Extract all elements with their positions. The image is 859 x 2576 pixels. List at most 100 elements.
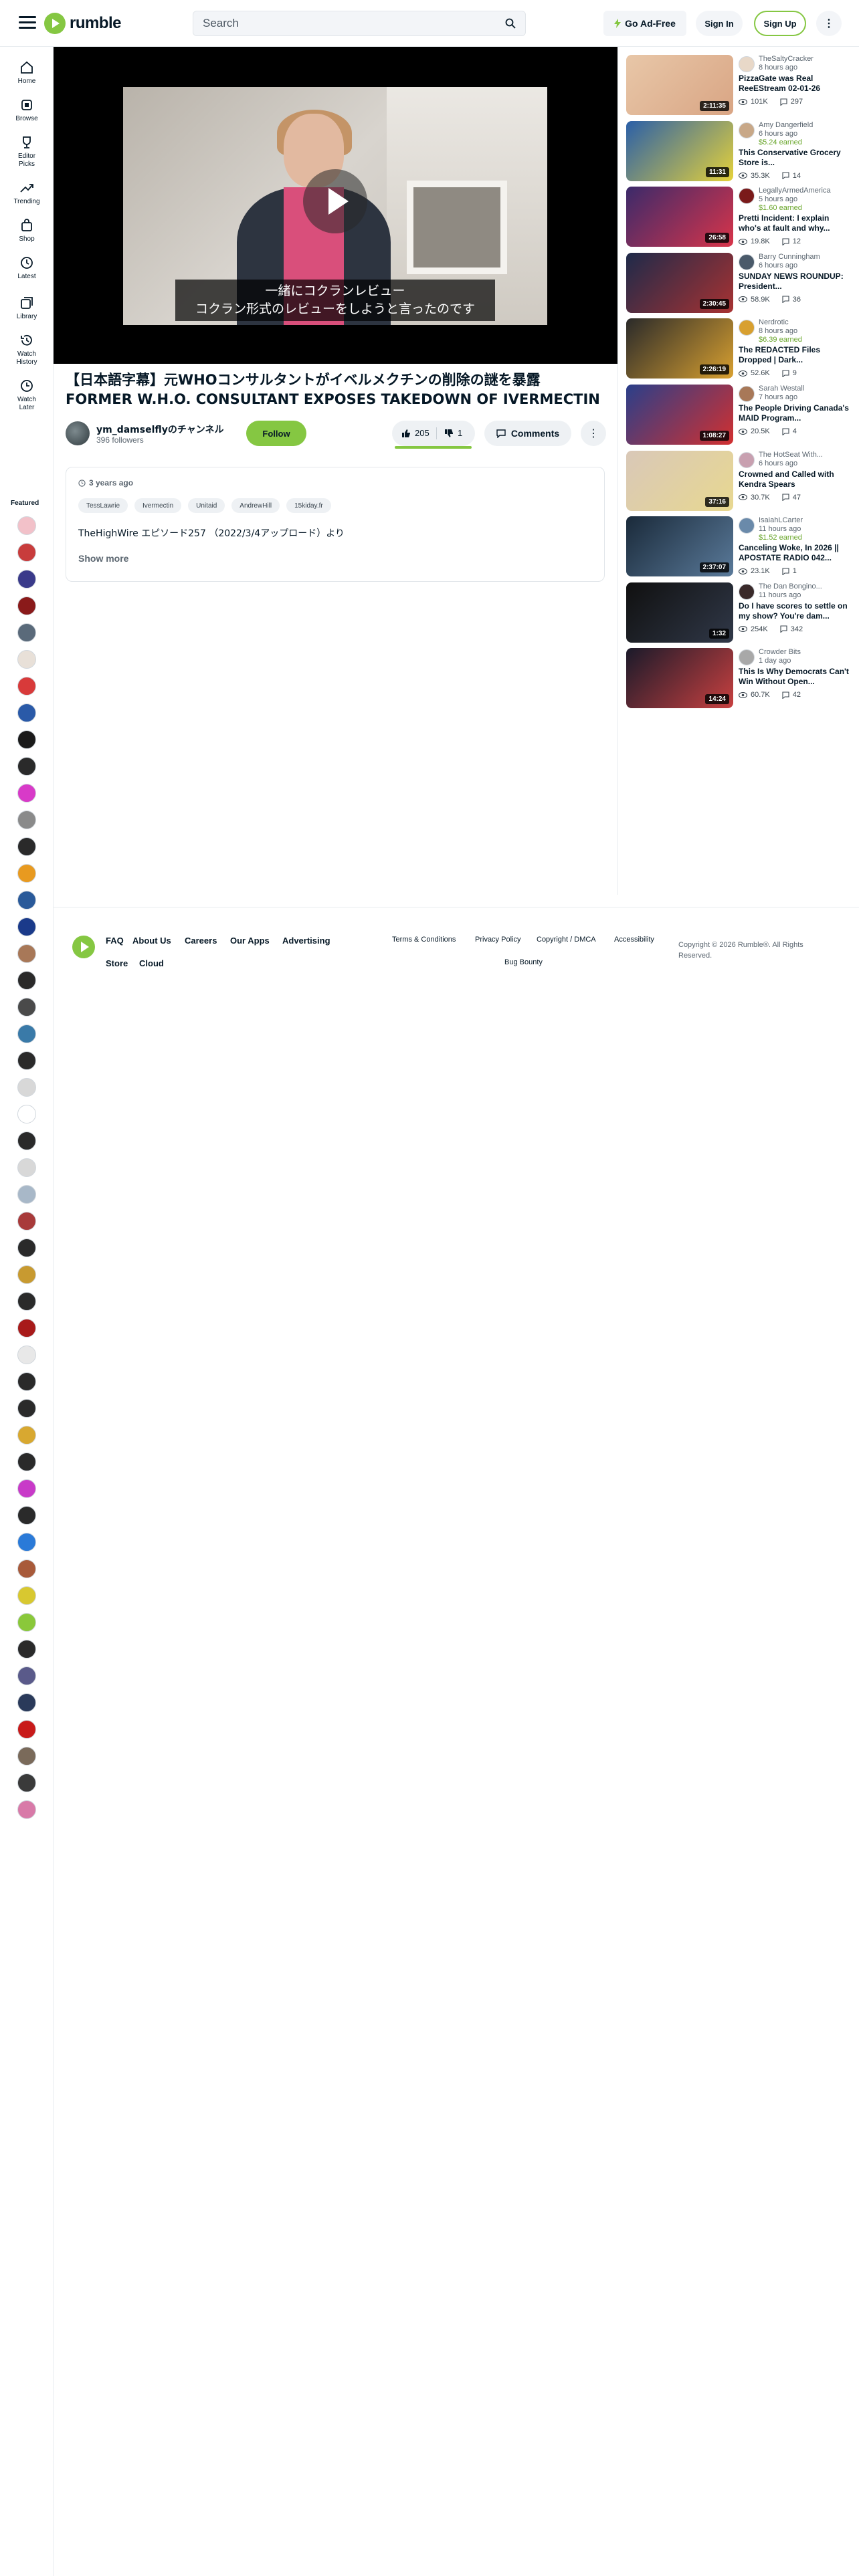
footer-link-cloud[interactable]: Cloud — [139, 958, 164, 968]
featured-channel-avatar[interactable] — [17, 1640, 36, 1658]
video-title-link[interactable]: This Conservative Grocery Store is... — [739, 148, 854, 168]
sidebar-item-home[interactable]: Home — [0, 60, 54, 86]
featured-channel-avatar[interactable] — [17, 1158, 36, 1177]
more-options-icon[interactable]: ⋮ — [816, 11, 842, 36]
sidebar-item-browse[interactable]: Browse — [0, 98, 54, 123]
featured-channel-avatar[interactable] — [17, 1292, 36, 1311]
footer-link-our-apps[interactable]: Our Apps — [230, 936, 270, 946]
featured-channel-avatar[interactable] — [17, 677, 36, 695]
featured-channel-avatar[interactable] — [17, 784, 36, 802]
featured-channel-avatar[interactable] — [17, 543, 36, 562]
recommended-video[interactable]: 2:30:45 Barry Cunningham 6 hours ago SUNDAY… — [626, 252, 854, 320]
featured-channel-avatar[interactable] — [17, 1212, 36, 1230]
author-avatar[interactable] — [739, 56, 755, 72]
featured-channel-avatar[interactable] — [17, 1667, 36, 1685]
video-title-link[interactable]: Crowned and Called with Kendra Spears — [739, 469, 854, 490]
footer-link-terms[interactable]: Terms & Conditions — [392, 936, 456, 944]
sidebar-item-watch-history[interactable]: Watch History — [0, 333, 54, 366]
featured-channel-avatar[interactable] — [17, 1239, 36, 1257]
featured-channel-avatar[interactable] — [17, 1372, 36, 1391]
featured-channel-avatar[interactable] — [17, 1426, 36, 1444]
recommended-video[interactable]: 26:58 LegallyArmedAmerica 5 hours ago $1.60… — [626, 187, 854, 253]
featured-channel-avatar[interactable] — [17, 1051, 36, 1070]
go-adfree-button[interactable]: Go Ad-Free — [603, 11, 686, 36]
featured-channel-avatar[interactable] — [17, 1105, 36, 1123]
recommended-video[interactable]: 14:24 Crowder Bits 1 day ago This Is Why De… — [626, 648, 854, 715]
video-thumbnail[interactable]: 1:08:27 — [626, 385, 733, 445]
video-thumbnail[interactable]: 2:11:35 — [626, 55, 733, 115]
featured-channel-avatar[interactable] — [17, 1025, 36, 1043]
author-avatar[interactable] — [739, 451, 755, 468]
video-title-link[interactable]: SUNDAY NEWS ROUNDUP: President... — [739, 272, 854, 292]
sign-up-button[interactable]: Sign Up — [754, 11, 806, 36]
featured-channel-avatar[interactable] — [17, 1453, 36, 1471]
featured-channel-avatar[interactable] — [17, 650, 36, 669]
sidebar-item-shop[interactable]: Shop — [0, 218, 54, 243]
video-title-link[interactable]: The REDACTED Files Dropped | Dark... — [739, 345, 854, 365]
channel-name[interactable]: ym_damselflyのチャンネル — [96, 423, 223, 436]
author-avatar[interactable] — [739, 253, 755, 270]
featured-channel-avatar[interactable] — [17, 757, 36, 776]
tag[interactable]: 15kiday.fr — [286, 498, 331, 513]
recommended-video[interactable]: 37:16 The HotSeat With... 6 hours ago Crown… — [626, 450, 854, 518]
recommended-video[interactable]: 2:37:07 IsaiahLCarter 11 hours ago $1.52 ea… — [626, 516, 854, 583]
featured-channel-avatar[interactable] — [17, 1560, 36, 1578]
featured-channel-avatar[interactable] — [17, 1506, 36, 1525]
channel-avatar[interactable] — [66, 421, 90, 445]
featured-channel-avatar[interactable] — [17, 1533, 36, 1551]
show-more-link[interactable]: Show more — [78, 553, 128, 564]
author-avatar[interactable] — [739, 188, 755, 205]
author-avatar[interactable] — [739, 518, 755, 534]
author-name[interactable]: The Dan Bongino... — [759, 582, 854, 591]
featured-channel-avatar[interactable] — [17, 1800, 36, 1819]
recommended-video[interactable]: 1:08:27 Sarah Westall 7 hours ago The Peopl… — [626, 385, 854, 451]
featured-channel-avatar[interactable] — [17, 1747, 36, 1765]
featured-channel-avatar[interactable] — [17, 1479, 36, 1498]
featured-channel-avatar[interactable] — [17, 1132, 36, 1150]
video-title-link[interactable]: PizzaGate was Real ReeEStream 02-01-26 — [739, 74, 854, 94]
featured-channel-avatar[interactable] — [17, 1078, 36, 1097]
author-name[interactable]: Amy Dangerfield — [759, 121, 854, 129]
comments-button[interactable]: Comments — [484, 421, 571, 446]
featured-channel-avatar[interactable] — [17, 1399, 36, 1418]
featured-channel-avatar[interactable] — [17, 891, 36, 909]
featured-channel-avatar[interactable] — [17, 837, 36, 856]
author-avatar[interactable] — [739, 122, 755, 138]
author-name[interactable]: Sarah Westall — [759, 385, 854, 393]
video-thumbnail[interactable]: 37:16 — [626, 450, 733, 511]
featured-channel-avatar[interactable] — [17, 811, 36, 829]
featured-channel-avatar[interactable] — [17, 1319, 36, 1337]
featured-channel-avatar[interactable] — [17, 1185, 36, 1204]
featured-channel-avatar[interactable] — [17, 864, 36, 883]
footer-link-advertising[interactable]: Advertising — [282, 936, 330, 946]
video-title-link[interactable]: This Is Why Democrats Can't Win Without … — [739, 667, 854, 687]
video-player[interactable]: 一緒にコクランレビュー コクラン形式のレビューをしようと言ったのです — [54, 47, 617, 364]
featured-channel-avatar[interactable] — [17, 1774, 36, 1792]
tag[interactable]: Ivermectin — [134, 498, 182, 513]
featured-channel-avatar[interactable] — [17, 623, 36, 642]
sidebar-item-editor-picks[interactable]: Editor Picks — [0, 135, 54, 169]
featured-channel-avatar[interactable] — [17, 971, 36, 990]
author-name[interactable]: TheSaltyCracker — [759, 55, 854, 63]
featured-channel-avatar[interactable] — [17, 1346, 36, 1364]
video-thumbnail[interactable]: 11:31 — [626, 120, 733, 181]
recommended-video[interactable]: 11:31 Amy Dangerfield 6 hours ago $5.24 ear… — [626, 120, 854, 188]
video-title-link[interactable]: The People Driving Canada's MAID Program… — [739, 403, 854, 423]
video-thumbnail[interactable]: 2:26:19 — [626, 318, 733, 379]
author-name[interactable]: IsaiahLCarter — [759, 516, 854, 524]
featured-channel-avatar[interactable] — [17, 597, 36, 615]
rumble-logo[interactable]: rumble — [44, 12, 122, 35]
more-actions-icon[interactable]: ⋮ — [581, 421, 606, 446]
author-name[interactable]: Crowder Bits — [759, 648, 854, 656]
featured-channel-avatar[interactable] — [17, 944, 36, 963]
featured-channel-avatar[interactable] — [17, 516, 36, 535]
sidebar-item-trending[interactable]: Trending — [0, 181, 54, 206]
recommended-video[interactable]: 2:26:19 Nerdrotic 8 hours ago $6.39 earned T… — [626, 318, 854, 385]
sidebar-item-watch-later[interactable]: Watch Later — [0, 379, 54, 412]
sign-in-button[interactable]: Sign In — [696, 11, 743, 36]
featured-channel-avatar[interactable] — [17, 1586, 36, 1605]
dislike-button[interactable]: 1 — [444, 428, 462, 438]
footer-link-about-us[interactable]: About Us — [132, 936, 171, 946]
video-title-link[interactable]: Pretti Incident: I explain who's at faul… — [739, 213, 854, 233]
video-title-link[interactable]: Canceling Woke, In 2026 || APOSTATE RADI… — [739, 543, 854, 563]
